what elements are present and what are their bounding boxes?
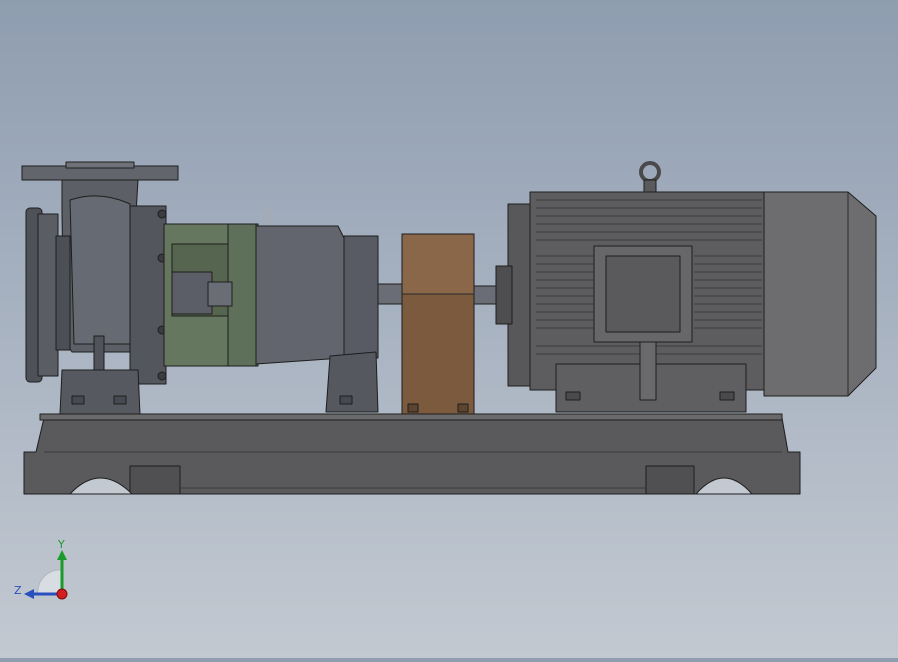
- z-axis-arrowhead: [24, 589, 34, 599]
- coupling-guard[interactable]: [401, 233, 475, 415]
- bearing-housing[interactable]: [255, 206, 379, 413]
- graphics-viewport[interactable]: [0, 0, 898, 658]
- y-axis-label: Y: [57, 538, 65, 551]
- pump-assembly-model[interactable]: [0, 0, 898, 658]
- electric-motor[interactable]: [495, 161, 877, 413]
- reference-triad: Y Z: [12, 536, 82, 606]
- base-frame[interactable]: [23, 413, 801, 495]
- pump-casing[interactable]: [21, 161, 179, 415]
- pump-shaft[interactable]: [377, 283, 405, 305]
- y-axis-arrowhead: [57, 550, 67, 560]
- z-axis-label: Z: [14, 584, 22, 597]
- bearing-bracket[interactable]: [163, 223, 259, 367]
- x-axis-origin: [56, 588, 68, 600]
